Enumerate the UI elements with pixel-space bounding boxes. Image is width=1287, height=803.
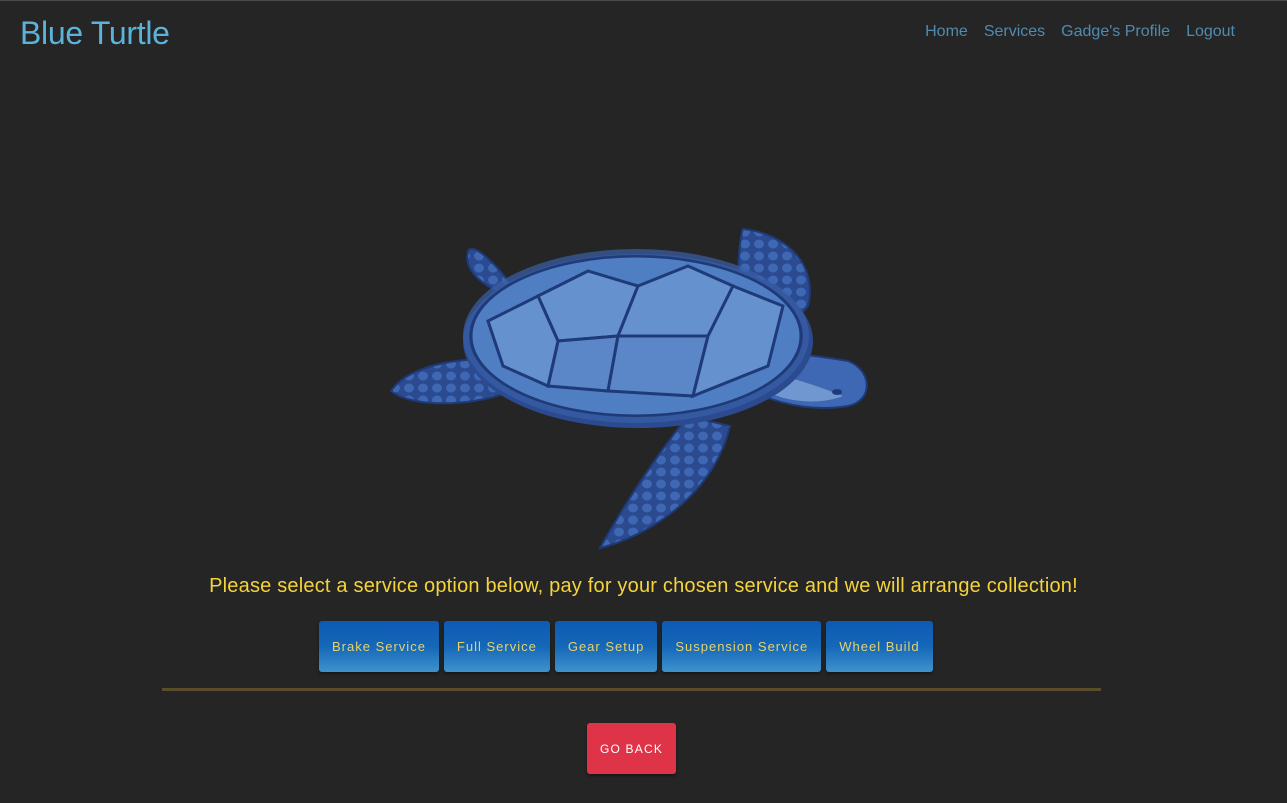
wheel-build-button[interactable]: Wheel Build [826, 621, 933, 672]
gear-setup-button[interactable]: Gear Setup [554, 621, 658, 672]
nav-services[interactable]: Services [984, 22, 1045, 42]
main-nav: Home Services Gadge's Profile Logout [925, 22, 1235, 42]
nav-profile[interactable]: Gadge's Profile [1061, 22, 1170, 42]
turtle-image [388, 226, 874, 552]
go-back-button[interactable]: GO BACK [587, 723, 676, 774]
suspension-service-button[interactable]: Suspension Service [662, 621, 822, 672]
brake-service-button[interactable]: Brake Service [319, 621, 439, 672]
nav-home[interactable]: Home [925, 22, 968, 42]
nav-logout[interactable]: Logout [1186, 22, 1235, 42]
brand-logo[interactable]: Blue Turtle [20, 13, 170, 53]
full-service-button[interactable]: Full Service [443, 621, 550, 672]
service-instructions: Please select a service option below, pa… [209, 575, 1078, 597]
top-border [0, 0, 1287, 1]
section-divider [162, 688, 1101, 691]
service-options: Brake Service Full Service Gear Setup Su… [319, 621, 933, 672]
